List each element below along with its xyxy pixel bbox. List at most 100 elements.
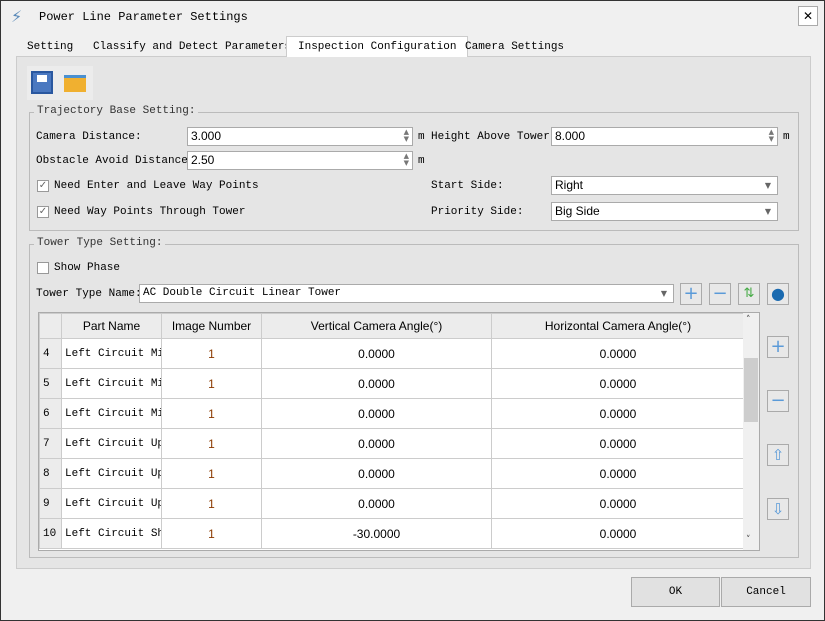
swap-icon[interactable]: ⇅ [738,283,760,305]
move-up-button[interactable]: ⇧ [767,444,789,466]
horizontal-angle-cell[interactable]: 0.0000 [491,428,745,459]
vertical-scrollbar[interactable]: ˄ ˅ [743,313,759,550]
through-tower-checkbox[interactable]: ✓ [37,206,49,218]
table-row[interactable]: 10 Left Circuit Shi 1 -30.0000 0.0000 [39,518,745,549]
tab-classify-detect[interactable]: Classify and Detect Parameters [82,37,302,57]
vertical-angle-cell[interactable]: 0.0000 [261,458,492,489]
col-header-part-name[interactable]: Part Name [61,313,162,339]
row-index: 7 [39,428,62,459]
table-row[interactable]: 8Left Circuit Up··10.00000.0000 [39,458,745,489]
vertical-angle-cell[interactable]: 0.0000 [261,428,492,459]
row-index: 8 [39,458,62,489]
remove-tower-type-button[interactable]: − [709,283,731,305]
part-name-cell[interactable]: Left Circuit Up·· [61,488,162,519]
ok-button[interactable]: OK [631,577,720,607]
chevron-down-icon: ▼ [764,207,771,216]
part-name-cell[interactable]: Left Circuit Shi [61,518,162,549]
tower-type-select[interactable]: AC Double Circuit Linear Tower ▼ [139,284,674,303]
vertical-angle-cell[interactable]: -30.0000 [261,518,492,549]
part-name-cell[interactable]: Left Circuit Mi·· [61,368,162,399]
table-row[interactable]: 4Left Circuit Mi··10.00000.0000 [39,338,745,369]
table-row[interactable]: 6Left Circuit Mi··10.00000.0000 [39,398,745,429]
horizontal-angle-cell[interactable]: 0.0000 [491,398,745,429]
table-row[interactable]: 5Left Circuit Mi··10.00000.0000 [39,368,745,399]
tab-setting[interactable]: Setting [16,37,84,57]
priority-side-select[interactable]: Big Side ▼ [551,202,778,221]
vertical-angle-cell[interactable]: 0.0000 [261,368,492,399]
vertical-angle-cell[interactable]: 0.0000 [261,338,492,369]
col-header-index [39,313,62,339]
spinner-icon[interactable]: ▲ ▼ [404,153,409,167]
image-number-cell[interactable]: 1 [161,398,262,429]
spinner-icon[interactable]: ▲ ▼ [404,129,409,143]
enter-leave-checkbox[interactable]: ✓ [37,180,49,192]
image-number-cell[interactable]: 1 [161,518,262,549]
start-side-label: Start Side: [431,180,504,192]
scrollbar-thumb[interactable] [744,358,758,422]
table-row[interactable]: 7Left Circuit Up··10.00000.0000 [39,428,745,459]
tower-type-label: Tower Type Name: [36,288,142,300]
tower-type-value: AC Double Circuit Linear Tower [143,287,342,299]
image-number-cell[interactable]: 1 [161,338,262,369]
table-header: Part Name Image Number Vertical Camera A… [39,313,745,339]
part-name-cell[interactable]: Left Circuit Mi·· [61,398,162,429]
horizontal-angle-cell[interactable]: 0.0000 [491,458,745,489]
scroll-down-icon[interactable]: ˅ [746,535,751,545]
camera-distance-input[interactable]: 3.000 ▲ ▼ [187,127,413,146]
toolbar [27,66,93,100]
unit-label: m [418,131,425,143]
height-above-tower-input[interactable]: 8.000 ▲ ▼ [551,127,778,146]
parts-table: Part Name Image Number Vertical Camera A… [38,312,760,551]
chevron-down-icon: ▼ [764,181,771,190]
unit-label: m [783,131,790,143]
scroll-up-icon[interactable]: ˄ [746,315,751,325]
vertical-angle-cell[interactable]: 0.0000 [261,398,492,429]
add-tower-type-button[interactable]: + [680,283,702,305]
priority-side-value: Big Side [555,204,600,218]
close-button[interactable]: ✕ [798,6,818,26]
row-index: 10 [39,518,62,549]
vertical-angle-cell[interactable]: 0.0000 [261,488,492,519]
tab-camera-settings[interactable]: Camera Settings [454,37,575,57]
show-phase-checkbox[interactable] [37,262,49,274]
app-icon: ⚡ [11,7,23,26]
obstacle-avoid-label: Obstacle Avoid Distance: [36,155,195,167]
row-index: 5 [39,368,62,399]
horizontal-angle-cell[interactable]: 0.0000 [491,338,745,369]
obstacle-avoid-input[interactable]: 2.50 ▲ ▼ [187,151,413,170]
height-above-tower-label: Height Above Tower: [431,131,557,143]
start-side-select[interactable]: Right ▼ [551,176,778,195]
part-name-cell[interactable]: Left Circuit Up·· [61,428,162,459]
cancel-button[interactable]: Cancel [721,577,811,607]
add-row-button[interactable]: + [767,336,789,358]
part-name-cell[interactable]: Left Circuit Up·· [61,458,162,489]
dialog-window: ⚡ Power Line Parameter Settings ✕ Settin… [0,0,825,621]
col-header-vertical-angle[interactable]: Vertical Camera Angle(°) [261,313,492,339]
tab-inspection-configuration[interactable]: Inspection Configuration [286,36,469,57]
horizontal-angle-cell[interactable]: 0.0000 [491,368,745,399]
height-value: 8.000 [555,129,586,143]
globe-icon[interactable]: ● [767,283,789,305]
row-index: 6 [39,398,62,429]
horizontal-angle-cell[interactable]: 0.0000 [491,488,745,519]
image-number-cell[interactable]: 1 [161,488,262,519]
save-icon[interactable] [31,71,53,94]
part-name-cell[interactable]: Left Circuit Mi·· [61,338,162,369]
col-header-horizontal-angle[interactable]: Horizontal Camera Angle(°) [491,313,745,339]
trajectory-group-title: Trajectory Base Setting: [34,105,199,117]
row-index: 4 [39,338,62,369]
col-header-image-number[interactable]: Image Number [161,313,262,339]
image-number-cell[interactable]: 1 [161,368,262,399]
image-number-cell[interactable]: 1 [161,458,262,489]
move-down-button[interactable]: ⇩ [767,498,789,520]
spinner-icon[interactable]: ▲ ▼ [769,129,774,143]
show-phase-label: Show Phase [54,262,121,274]
table-row[interactable]: 9Left Circuit Up··10.00000.0000 [39,488,745,519]
remove-row-button[interactable]: − [767,390,789,412]
unit-label: m [418,155,425,167]
image-number-cell[interactable]: 1 [161,428,262,459]
open-folder-icon[interactable] [64,75,86,92]
tower-group-title: Tower Type Setting: [34,237,166,249]
horizontal-angle-cell[interactable]: 0.0000 [491,518,745,549]
camera-distance-label: Camera Distance: [36,131,142,143]
